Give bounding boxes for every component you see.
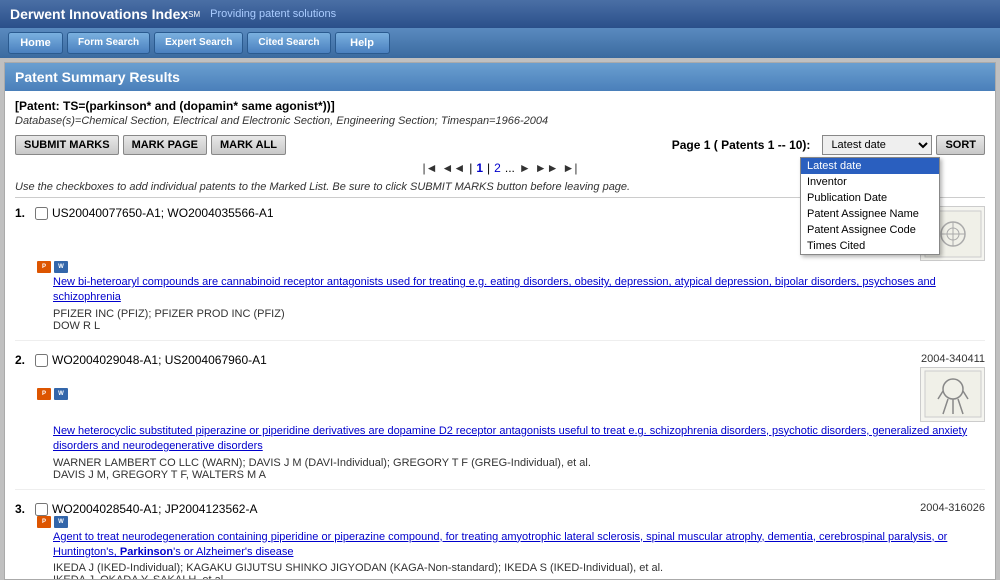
result-ids-1: US20040077650-A1; WO2004035566-A1 <box>52 206 274 220</box>
result-inventor-1: DOW R L <box>53 320 985 332</box>
patent-query: [Patent: TS=(parkinson* and (dopamin* sa… <box>15 99 985 113</box>
result-icons-2: P W <box>37 367 985 422</box>
sort-button[interactable]: SORT <box>936 135 985 155</box>
logo-sup: SM <box>188 10 200 19</box>
cited-search-button[interactable]: Cited Search <box>247 32 330 54</box>
sort-dropdown: Latest date Inventor Publication Date Pa… <box>800 157 940 255</box>
last-page-button[interactable]: ►| <box>563 161 578 175</box>
mark-page-button[interactable]: MARK PAGE <box>123 135 207 155</box>
navigation: Home Form Search Expert Search Cited Sea… <box>0 28 1000 58</box>
page-title: Patent Summary Results <box>15 69 985 85</box>
prev-page-button[interactable]: ◄◄ <box>441 161 465 175</box>
result-inventor-2: DAVIS J M, GREGORY T F, WALTERS M A <box>53 469 985 481</box>
next-next-page-button[interactable]: ►► <box>535 161 559 175</box>
result-checkbox-1[interactable] <box>35 207 48 220</box>
parkinson-bold: Parkinson <box>120 546 173 558</box>
submit-marks-button[interactable]: SUBMIT MARKS <box>15 135 119 155</box>
expert-search-button[interactable]: Expert Search <box>154 32 243 54</box>
sort-option-patent-assignee-code[interactable]: Patent Assignee Code <box>801 222 939 238</box>
result-ids-3: WO2004028540-A1; JP2004123562-A <box>52 502 257 516</box>
result-ids-2: WO2004029048-A1; US2004067960-A1 <box>52 353 267 367</box>
result-checkbox-3[interactable] <box>35 503 48 516</box>
result-inventor-3: IKEDA J, OKADA Y, SAKAI H, et al. <box>53 574 985 580</box>
current-page-link[interactable]: 1 <box>476 161 483 175</box>
icon-pdf-3[interactable]: P <box>37 516 51 528</box>
database-info: Database(s)=Chemical Section, Electrical… <box>15 115 985 127</box>
first-page-button[interactable]: |◄ <box>422 161 437 175</box>
result-assignee-1: PFIZER INC (PFIZ); PFIZER PROD INC (PFIZ… <box>53 308 985 320</box>
result-title-2[interactable]: New heterocyclic substituted piperazine … <box>53 424 985 455</box>
page-2-link[interactable]: 2 <box>494 161 501 175</box>
sort-option-inventor[interactable]: Inventor <box>801 174 939 190</box>
result-item-2: 2. WO2004029048-A1; US2004067960-A1 2004… <box>15 353 985 490</box>
icon-pdf-2[interactable]: P <box>37 388 51 400</box>
result-icons-1: P W <box>37 261 985 273</box>
sort-option-times-cited[interactable]: Times Cited <box>801 238 939 254</box>
toolbar: SUBMIT MARKS MARK PAGE MARK ALL Page 1 (… <box>15 135 985 155</box>
title-bar: Patent Summary Results <box>5 63 995 91</box>
page-info: Page 1 ( Patents 1 -- 10): <box>672 138 811 152</box>
result-checkbox-2[interactable] <box>35 354 48 367</box>
result-assignee-3: IKEDA J (IKED-Individual); KAGAKU GIJUTS… <box>53 562 985 574</box>
result-item-3: 3. WO2004028540-A1; JP2004123562-A 2004-… <box>15 502 985 580</box>
help-button[interactable]: Help <box>335 32 390 54</box>
result-num-2: 2. <box>15 353 31 367</box>
header: Derwent Innovations Index SM Providing p… <box>0 0 1000 28</box>
icon-pdf-1[interactable]: P <box>37 261 51 273</box>
logo: Derwent Innovations Index <box>10 6 188 22</box>
sort-container: Latest date Inventor Publication Date Pa… <box>822 135 985 155</box>
result-title-1[interactable]: New bi-heteroaryl compounds are cannabin… <box>53 275 985 306</box>
result-icons-3: P W <box>37 516 985 528</box>
icon-link-3[interactable]: W <box>54 516 68 528</box>
icon-link-1[interactable]: W <box>54 261 68 273</box>
result-date-2: 2004-340411 <box>921 353 985 365</box>
main-content: Patent Summary Results [Patent: TS=(park… <box>4 62 996 580</box>
mark-all-button[interactable]: MARK ALL <box>211 135 286 155</box>
sort-option-publication-date[interactable]: Publication Date <box>801 190 939 206</box>
result-date-3: 2004-316026 <box>920 502 985 514</box>
content-area: [Patent: TS=(parkinson* and (dopamin* sa… <box>5 91 995 580</box>
result-num-3: 3. <box>15 502 31 516</box>
result-thumbnail-2 <box>920 367 985 422</box>
result-title-3[interactable]: Agent to treat neurodegeneration contain… <box>53 530 985 561</box>
next-page-button[interactable]: ► <box>519 161 531 175</box>
home-button[interactable]: Home <box>8 32 63 54</box>
sort-option-patent-assignee-name[interactable]: Patent Assignee Name <box>801 206 939 222</box>
sort-option-latest-date[interactable]: Latest date <box>801 158 939 174</box>
result-assignee-2: WARNER LAMBERT CO LLC (WARN); DAVIS J M … <box>53 457 985 469</box>
sort-select[interactable]: Latest date Inventor Publication Date Pa… <box>822 135 932 155</box>
header-tagline: Providing patent solutions <box>210 8 336 20</box>
form-search-button[interactable]: Form Search <box>67 32 150 54</box>
result-num-1: 1. <box>15 206 31 220</box>
icon-link-2[interactable]: W <box>54 388 68 400</box>
